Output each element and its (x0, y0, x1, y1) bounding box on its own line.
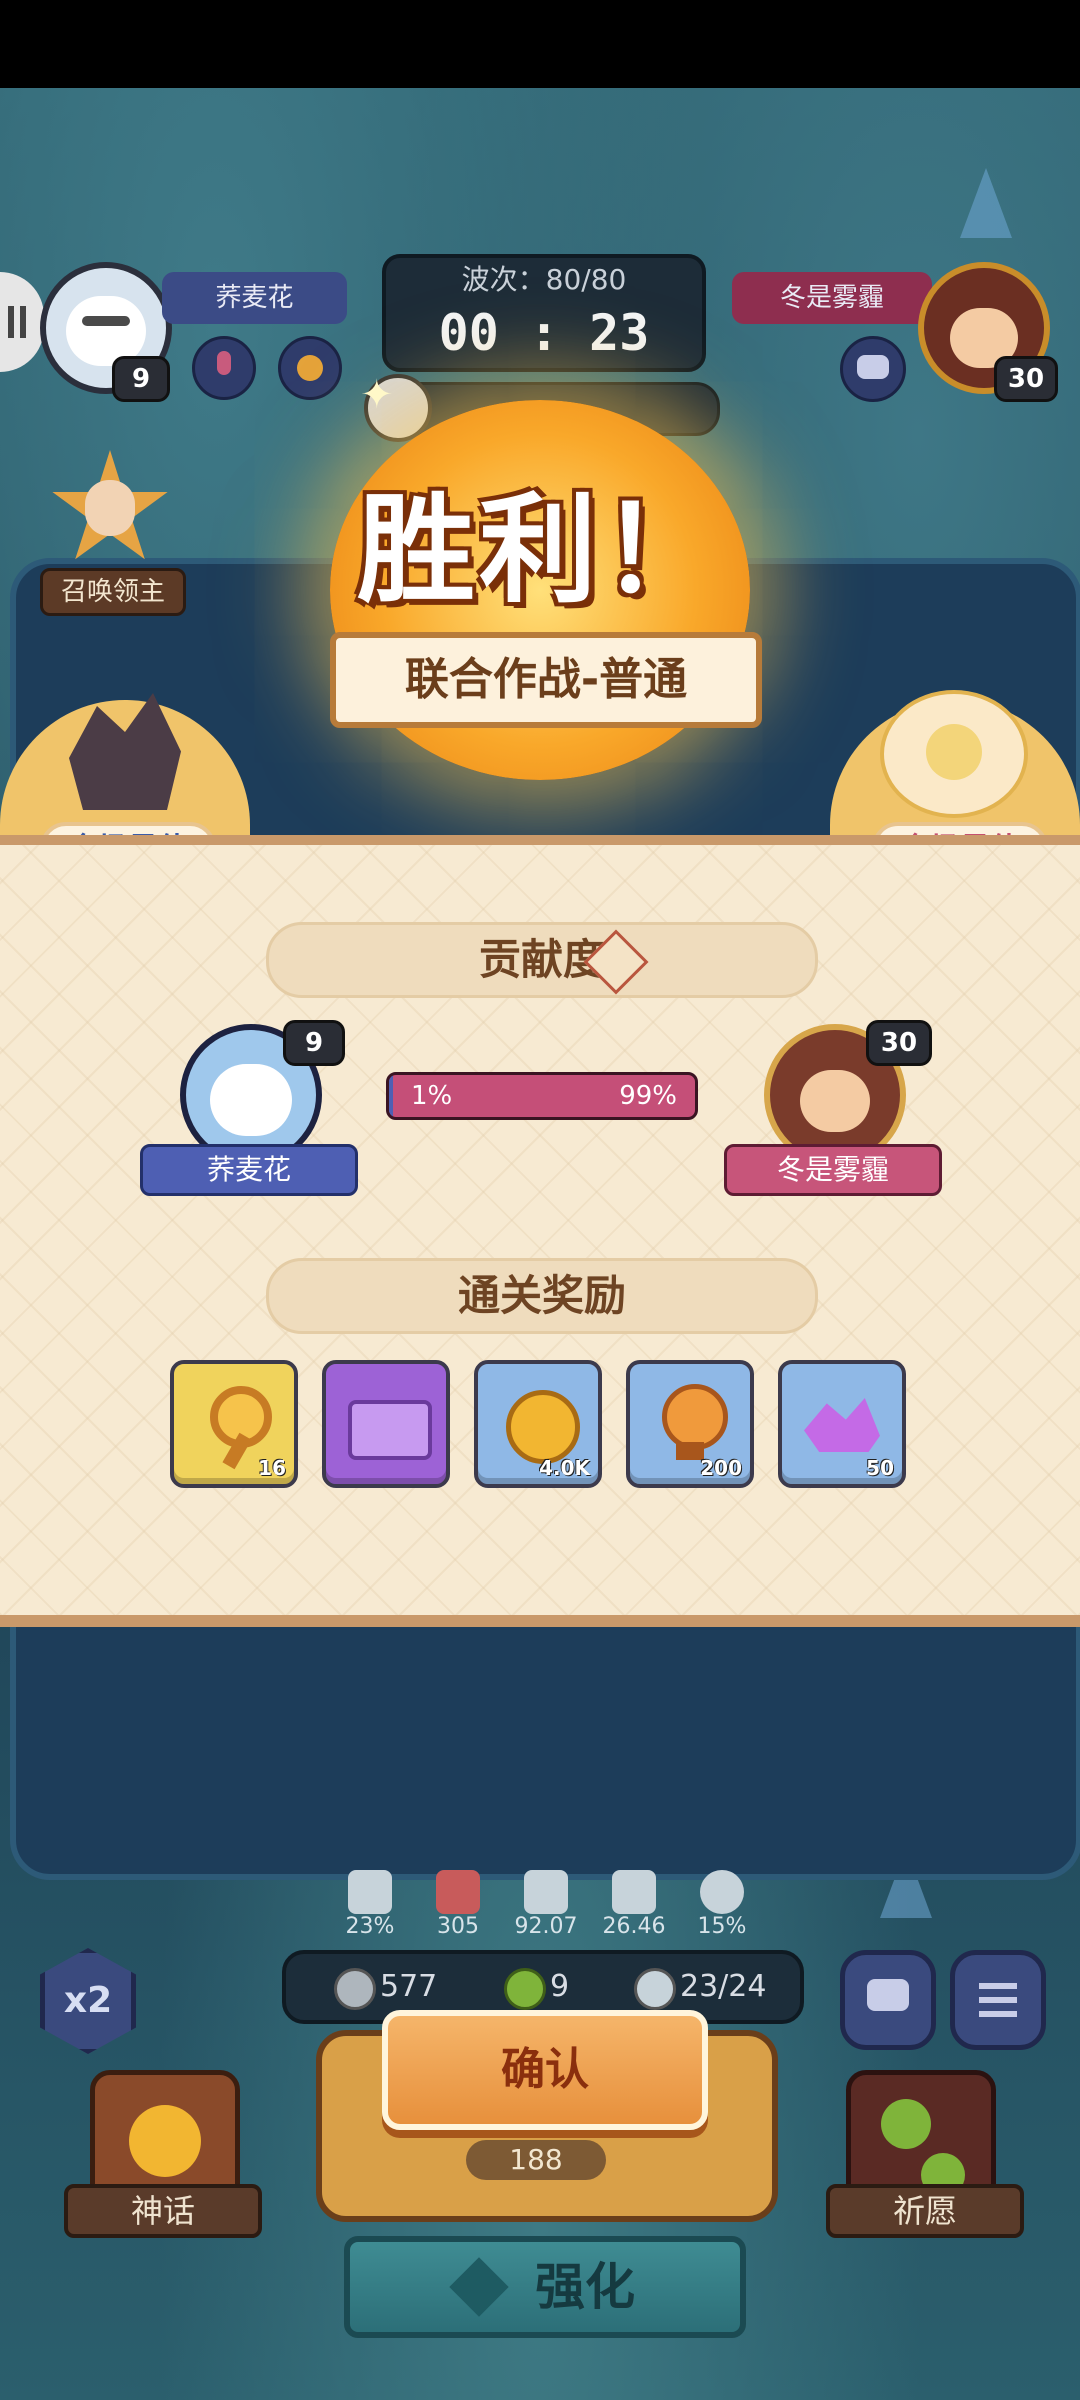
victory-title: 胜利！ (356, 481, 723, 619)
wave-counter: 波次：80/80 (461, 263, 627, 296)
status-bar (0, 0, 1080, 88)
reward-qty: 200 (700, 1456, 742, 1480)
chat-button[interactable] (840, 1950, 936, 2050)
menu-icon (979, 1983, 1017, 1989)
myth-emblem-icon (129, 2105, 201, 2177)
chat-icon (867, 1979, 909, 2011)
left-player-level: 9 (112, 356, 170, 402)
cooldown-stat: 15% (682, 1870, 762, 1939)
attack-stat: 92.07 (506, 1870, 586, 1939)
stat-value: 23% (345, 1914, 395, 1939)
contribution-right-name: 冬是雾霾 (724, 1144, 942, 1196)
clover-icon (504, 1968, 546, 2010)
mic-muted-icon[interactable] (192, 336, 256, 400)
summon-cost: 188 (466, 2140, 606, 2180)
reward-purple-crystal-icon[interactable]: 50 (778, 1360, 906, 1488)
game-mode-ribbon: 联合作战-普通 (330, 632, 762, 728)
contribution-bar: 1% 99% (386, 1072, 698, 1120)
right-player-name: 冬是雾霾 (732, 272, 932, 324)
wish-tab[interactable]: 祈愿 (826, 2184, 1024, 2238)
summon-lord-label: 召唤领主 (40, 568, 186, 616)
sparkle-icon: ✦ (360, 372, 394, 418)
countdown-timer: 00 : 23 (438, 304, 650, 362)
reward-qty: 4.0K (539, 1456, 590, 1480)
stat-value: 305 (437, 1914, 479, 1939)
reward-key-icon[interactable]: 16 (170, 1360, 298, 1488)
contribution-left-fill (389, 1075, 393, 1117)
right-player-level: 30 (994, 356, 1058, 402)
crit-damage-stat: 305 (418, 1870, 498, 1939)
damage-icon (436, 1870, 480, 1914)
reward-trophy-icon[interactable]: 200 (626, 1360, 754, 1488)
emote-icon[interactable] (278, 336, 342, 400)
stat-value: 15% (697, 1914, 747, 1939)
crit-icon (348, 1870, 392, 1914)
contribution-left-name: 荞麦花 (140, 1144, 358, 1196)
contribution-right-level: 30 (866, 1020, 932, 1066)
contribution-header: 贡献度 (266, 922, 818, 998)
contribution-right-percent: 99% (619, 1081, 677, 1111)
unit-icon (634, 1968, 676, 2010)
strengthen-label: 强化 (535, 2258, 635, 2316)
crit-rate-stat: 23% (330, 1870, 410, 1939)
myth-tab[interactable]: 神话 (64, 2184, 262, 2238)
left-player-name: 荞麦花 (162, 272, 347, 324)
reward-qty: 50 (866, 1456, 894, 1480)
reward-qty: 16 (258, 1456, 286, 1480)
menu-button[interactable] (950, 1950, 1046, 2050)
reward-chest-icon[interactable] (322, 1360, 450, 1488)
reward-row: 16 4.0K 200 50 (170, 1360, 910, 1490)
speed-stat: 26.46 (594, 1870, 674, 1939)
chat-bubble-icon[interactable] (840, 336, 906, 402)
timer-icon (700, 1870, 744, 1914)
summon-lord-portrait[interactable] (40, 440, 180, 580)
fist-icon (524, 1870, 568, 1914)
stat-value: 92.07 (514, 1914, 578, 1939)
silver-coin-icon (334, 1968, 376, 2010)
stat-value: 26.46 (602, 1914, 666, 1939)
crystal-decoration (960, 168, 1012, 238)
wave-timer-panel: 波次：80/80 00 : 23 (382, 254, 706, 372)
cost-value: 188 (509, 2143, 563, 2176)
strengthen-button[interactable]: 强化 (344, 2236, 746, 2338)
confirm-button[interactable]: 确认 (382, 2010, 708, 2130)
rewards-header: 通关奖励 (266, 1258, 818, 1334)
reward-gold-coin-icon[interactable]: 4.0K (474, 1360, 602, 1488)
arrow-icon (612, 1870, 656, 1914)
clover-icon (881, 2099, 931, 2149)
contribution-left-level: 9 (283, 1020, 345, 1066)
upgrade-arrow-icon (449, 2257, 509, 2317)
angel-hero-icon (880, 690, 1028, 818)
contribution-left-percent: 1% (411, 1081, 453, 1111)
